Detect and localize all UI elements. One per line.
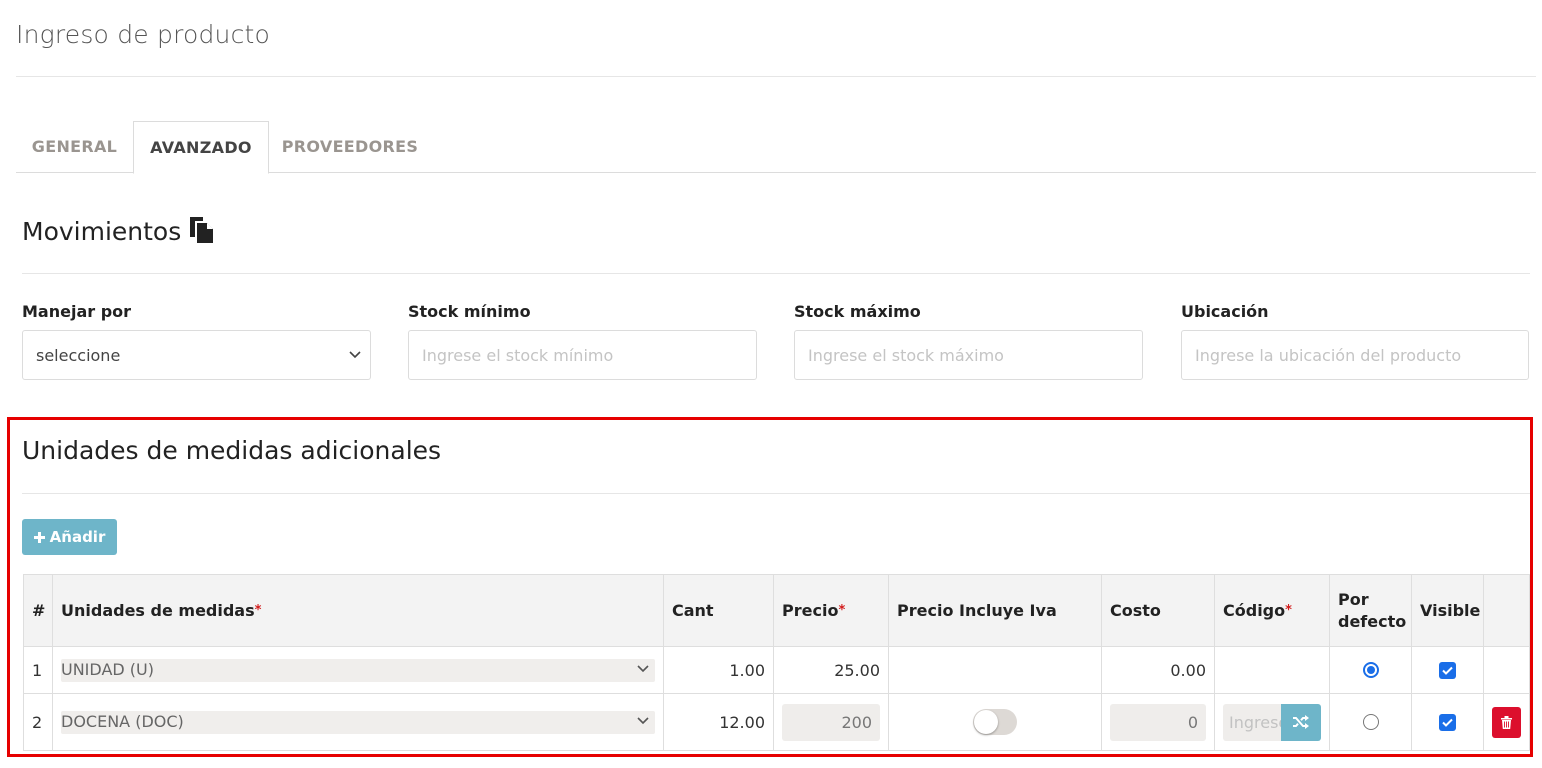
default-radio[interactable] — [1362, 662, 1379, 678]
stock-minimo-label: Stock mínimo — [408, 302, 531, 321]
unidad-select[interactable]: DOCENA (DOC) — [61, 710, 655, 734]
cant-cell: 1.00 — [663, 646, 774, 694]
codigo-group: Ingrese — [1223, 703, 1321, 741]
manejar-por-label: Manejar por — [22, 302, 132, 321]
stock-maximo-label: Stock máximo — [794, 302, 921, 321]
movimientos-heading: Movimientos — [22, 216, 215, 250]
col-codigo-text: Código — [1223, 600, 1286, 620]
costo-cell: 0.00 — [1101, 646, 1215, 694]
visible-cell — [1411, 693, 1484, 751]
page-title: Ingreso de producto — [16, 20, 271, 49]
shuffle-icon — [1293, 715, 1309, 729]
iva-toggle[interactable] — [973, 709, 1017, 735]
chevron-down-icon — [637, 664, 649, 672]
table-header-row: # Unidades de medidas* Cant Precio* Prec… — [23, 574, 1530, 647]
col-precio-header: Precio* — [773, 574, 889, 647]
col-defecto-header: Por defecto — [1329, 574, 1412, 647]
required-mark: * — [838, 602, 846, 618]
manejar-por-select[interactable]: seleccione — [22, 330, 371, 380]
toggle-knob — [974, 710, 998, 734]
unidades-divider — [22, 493, 1530, 494]
col-num-header: # — [23, 574, 53, 647]
col-iva-header: Precio Incluye Iva — [888, 574, 1102, 647]
add-unit-button[interactable]: Añadir — [22, 519, 117, 555]
plus-icon — [33, 531, 45, 543]
col-precio-text: Precio — [782, 600, 839, 620]
chevron-down-icon — [349, 351, 361, 359]
col-visible-header: Visible — [1411, 574, 1484, 647]
units-table: # Unidades de medidas* Cant Precio* Prec… — [23, 574, 1530, 751]
cant-cell: 12.00 — [663, 693, 774, 751]
stock-minimo-input[interactable] — [408, 330, 757, 380]
costo-input[interactable]: 0 — [1110, 703, 1206, 741]
col-unidad-header: Unidades de medidas* — [52, 574, 664, 647]
visible-checkbox[interactable] — [1439, 713, 1456, 731]
costo-cell: 0 — [1101, 693, 1215, 751]
ubicacion-label: Ubicación — [1181, 302, 1269, 321]
defecto-cell — [1329, 693, 1412, 751]
defecto-cell — [1329, 646, 1412, 694]
col-costo-header: Costo — [1101, 574, 1215, 647]
title-divider — [16, 76, 1536, 77]
generate-code-button[interactable] — [1281, 703, 1321, 741]
iva-cell — [888, 646, 1102, 694]
required-mark: * — [1285, 602, 1292, 618]
ubicacion-input[interactable] — [1181, 330, 1529, 380]
table-row: 1 UNIDAD (U) 1.00 25.00 0.00 — [23, 646, 1530, 694]
col-cant-header: Cant — [663, 574, 774, 647]
precio-cell: 25.00 — [773, 646, 889, 694]
actions-cell — [1483, 693, 1530, 751]
codigo-input[interactable]: Ingrese — [1223, 703, 1281, 741]
unidades-title: Unidades de medidas adicionales — [22, 436, 442, 465]
unidad-cell: DOCENA (DOC) — [52, 693, 664, 751]
copy-document-icon — [189, 216, 215, 250]
precio-input[interactable]: 200 — [782, 703, 880, 741]
tab-bar: GENERAL AVANZADO PROVEEDORES — [16, 121, 1536, 174]
check-icon — [1442, 666, 1453, 675]
tab-proveedores[interactable]: PROVEEDORES — [269, 121, 431, 173]
unidad-value: DOCENA (DOC) — [61, 711, 184, 731]
codigo-cell — [1214, 646, 1330, 694]
visible-checkbox[interactable] — [1439, 661, 1456, 679]
row-num: 2 — [23, 693, 53, 751]
row-num: 1 — [23, 646, 53, 694]
table-row: 2 DOCENA (DOC) 12.00 200 0 Ingrese — [23, 693, 1530, 751]
trash-icon — [1501, 715, 1512, 729]
chevron-down-icon — [637, 716, 649, 724]
tab-general[interactable]: GENERAL — [16, 121, 133, 173]
unidad-value: UNIDAD (U) — [61, 659, 154, 679]
stock-maximo-input[interactable] — [794, 330, 1143, 380]
required-mark: * — [254, 602, 262, 618]
unidad-select[interactable]: UNIDAD (U) — [61, 658, 655, 682]
unidad-cell: UNIDAD (U) — [52, 646, 664, 694]
check-icon — [1442, 718, 1453, 727]
visible-cell — [1411, 646, 1484, 694]
actions-cell — [1483, 646, 1530, 694]
iva-cell — [888, 693, 1102, 751]
movimientos-title: Movimientos — [22, 217, 182, 246]
col-unidad-text: Unidades de medidas — [61, 600, 255, 620]
add-unit-label: Añadir — [49, 528, 106, 546]
delete-row-button[interactable] — [1492, 706, 1521, 738]
col-actions-header — [1483, 574, 1530, 647]
col-codigo-header: Código* — [1214, 574, 1330, 647]
codigo-cell: Ingrese — [1214, 693, 1330, 751]
tab-avanzado[interactable]: AVANZADO — [133, 121, 269, 174]
default-radio[interactable] — [1362, 714, 1379, 730]
precio-cell: 200 — [773, 693, 889, 751]
movimientos-divider — [22, 273, 1530, 274]
manejar-por-value: seleccione — [36, 346, 121, 365]
